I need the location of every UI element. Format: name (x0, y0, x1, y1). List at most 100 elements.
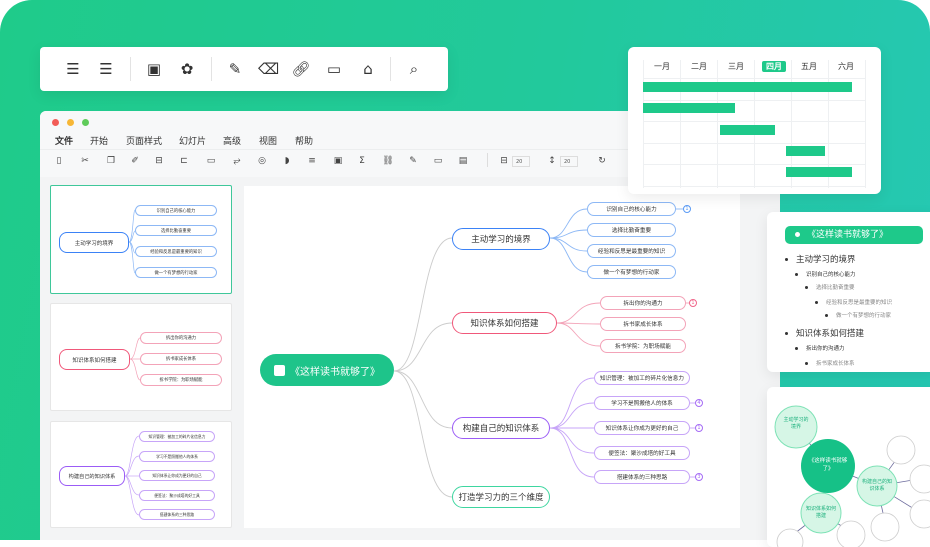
outline-item[interactable]: 知识体系如何搭建 (785, 327, 864, 339)
format-painter-icon[interactable]: ✐ (129, 156, 141, 166)
outline-item[interactable]: 拆书家成长体系 (805, 359, 855, 367)
thumbnail-1[interactable]: 主动学习的境界 识别自己的核心能力 选择比勤奋重要 经验和反思是最重要的知识 做… (50, 185, 232, 294)
outline-item-text: 经验和反思是最重要的知识 (826, 300, 893, 306)
subtopic[interactable]: 做一个有梦想的行动家 (587, 265, 676, 279)
month-label: 一月 (654, 62, 670, 71)
paste-icon[interactable]: ▯ (53, 156, 65, 166)
thumb-child: 拆出你的沟通力 (140, 332, 222, 344)
outline-item[interactable]: 经验和反思是最重要的知识 (815, 298, 892, 306)
copy-icon[interactable]: ❐ (105, 156, 117, 166)
menu-page-style[interactable]: 页面样式 (126, 134, 162, 147)
branch-topic[interactable]: 构建自己的知识体系 (452, 417, 550, 439)
image-icon[interactable]: ▣ (332, 156, 344, 166)
gantt-task-bar[interactable] (786, 167, 853, 178)
outline-title: 《这样读书就够了》 (785, 226, 923, 244)
branch-topic[interactable]: 打造学习力的三个维度 (452, 486, 550, 508)
gantt-gridline (643, 164, 866, 165)
subtopic[interactable]: 搭建体系的三种思路 (594, 470, 690, 484)
subtopic[interactable]: 知识管理：被加工的碎片化信息力 (594, 371, 690, 385)
mindmap-canvas[interactable]: 《这样读书就够了》 主动学习的境界 知识体系如何搭建 构建自己的知识体系 打造学… (244, 186, 740, 528)
menu-start[interactable]: 开始 (90, 134, 108, 147)
outline-item[interactable]: 识别自己的核心能力 (795, 270, 856, 278)
note-icon[interactable]: ▤ (457, 156, 469, 166)
summary-icon[interactable]: ◎ (256, 156, 268, 166)
menu-file[interactable]: 文件 (55, 134, 73, 147)
branch-topic[interactable]: 主动学习的境界 (452, 228, 550, 250)
boundary-icon[interactable]: ◗ (281, 156, 293, 166)
gantt-card: 一月 二月 三月 四月 五月 六月 (628, 47, 881, 194)
bullet-icon (815, 301, 818, 304)
indent-icon[interactable]: ☰ (63, 60, 83, 78)
outline-item[interactable]: 选择比勤奋重要 (805, 283, 855, 291)
menu-advanced[interactable]: 高级 (223, 134, 241, 147)
bubble-node-label: 主动学习的境界 (783, 417, 809, 430)
subtopic[interactable]: 拆书家成长体系 (600, 317, 686, 331)
month-label-selected[interactable]: 四月 (762, 61, 786, 72)
eraser-icon[interactable]: ⌫ (258, 60, 279, 78)
vertical-spacing-input[interactable]: 20 (560, 156, 578, 167)
outline-item[interactable]: 拆出你的沟通力 (795, 344, 845, 352)
subtopic[interactable]: 拆出你的沟通力 (600, 296, 686, 310)
link-icon[interactable]: 🔗︎ (291, 60, 311, 78)
subtopic[interactable]: 学习不是照搬他人的体系 (594, 396, 690, 410)
outline-item[interactable]: 做一个有梦想的行动家 (825, 311, 891, 319)
image-icon[interactable]: ▣ (144, 60, 164, 78)
menu-view[interactable]: 视图 (259, 134, 277, 147)
minimize-button[interactable] (67, 119, 74, 126)
menu-slides[interactable]: 幻灯片 (179, 134, 206, 147)
outline-item[interactable]: 主动学习的境界 (785, 253, 856, 265)
thumb-child: 知识管理：被加工的碎片化信息力 (139, 431, 215, 442)
horizontal-spacing-input[interactable]: 20 (512, 156, 530, 167)
relation-icon[interactable]: ⥂ (231, 156, 243, 166)
menu-help[interactable]: 帮助 (295, 134, 313, 147)
close-button[interactable] (52, 119, 59, 126)
month-label: 六月 (838, 62, 854, 71)
subtopic[interactable]: 识别自己的核心能力 (587, 202, 676, 216)
pen-icon[interactable]: ✎ (407, 156, 419, 166)
comment-icon[interactable]: ▭ (432, 156, 444, 166)
gantt-task-bar[interactable] (643, 82, 853, 92)
outdent-icon[interactable]: ☰ (96, 60, 116, 78)
sticker-icon[interactable]: ✿ (177, 60, 197, 78)
outline-icon[interactable]: ≡ (306, 156, 318, 166)
gantt-gridline (643, 99, 866, 101)
floating-toolbar: ☰ ☰ ▣ ✿ ✎ ⌫ 🔗︎ ▭ ⌂ ⌕ (40, 47, 448, 91)
subtopic-icon[interactable]: ⊟ (153, 156, 165, 166)
gantt-task-bar[interactable] (720, 124, 776, 135)
gantt-task-bar[interactable] (786, 145, 825, 156)
count-badge[interactable]: 1 (695, 424, 703, 432)
brush-icon[interactable]: ✎ (225, 60, 245, 78)
subtopic[interactable]: 经验和反思是最重要的知识 (587, 244, 676, 258)
thumb-child: 经验和反思是最重要的知识 (135, 246, 217, 257)
count-badge[interactable]: 1 (689, 299, 697, 307)
shape-icon[interactable]: ▭ (205, 156, 217, 166)
gantt-gridline (865, 60, 866, 188)
formula-icon[interactable]: Σ (356, 156, 368, 166)
gantt-gridline (643, 185, 866, 187)
bubble-node-label: 知识体系如何搭建 (806, 506, 837, 519)
subtopic[interactable]: 选择比勤奋重要 (587, 223, 676, 237)
tag-icon[interactable]: ⌂ (358, 60, 378, 78)
maximize-button[interactable] (82, 119, 89, 126)
count-badge[interactable]: 3 (695, 473, 703, 481)
comment-icon[interactable]: ▭ (324, 60, 344, 78)
gantt-task-bar[interactable] (643, 103, 735, 114)
root-topic[interactable]: 《这样读书就够了》 (260, 354, 394, 386)
refresh-icon[interactable]: ↻ (596, 156, 608, 166)
divider (390, 57, 391, 81)
subtopic[interactable]: 拆书学院：为职场赋能 (600, 339, 686, 353)
cut-icon[interactable]: ✂ (79, 156, 91, 166)
search-list-icon[interactable]: ⌕ (404, 60, 424, 78)
topic-icon[interactable]: ⊏ (178, 156, 190, 166)
subtopic[interactable]: 知识体系让你成为更好的自己 (594, 421, 690, 435)
thumbnail-3[interactable]: 构建自己的知识体系 知识管理：被加工的碎片化信息力 学习不是照搬他人的体系 知识… (50, 421, 232, 528)
bullet-icon (805, 362, 808, 365)
link-icon[interactable]: ⛓ (382, 156, 394, 166)
count-badge[interactable]: 4 (695, 399, 703, 407)
bullet-icon (825, 314, 828, 317)
branch-topic[interactable]: 知识体系如何搭建 (452, 312, 557, 334)
count-badge[interactable]: 1 (683, 205, 691, 213)
bullet-icon (805, 286, 808, 289)
thumbnail-2[interactable]: 知识体系如何搭建 拆出你的沟通力 拆书家成长体系 拆书学院：为职场赋能 (50, 303, 232, 411)
subtopic[interactable]: 便签法：聚沙成塔的好工具 (594, 446, 690, 460)
